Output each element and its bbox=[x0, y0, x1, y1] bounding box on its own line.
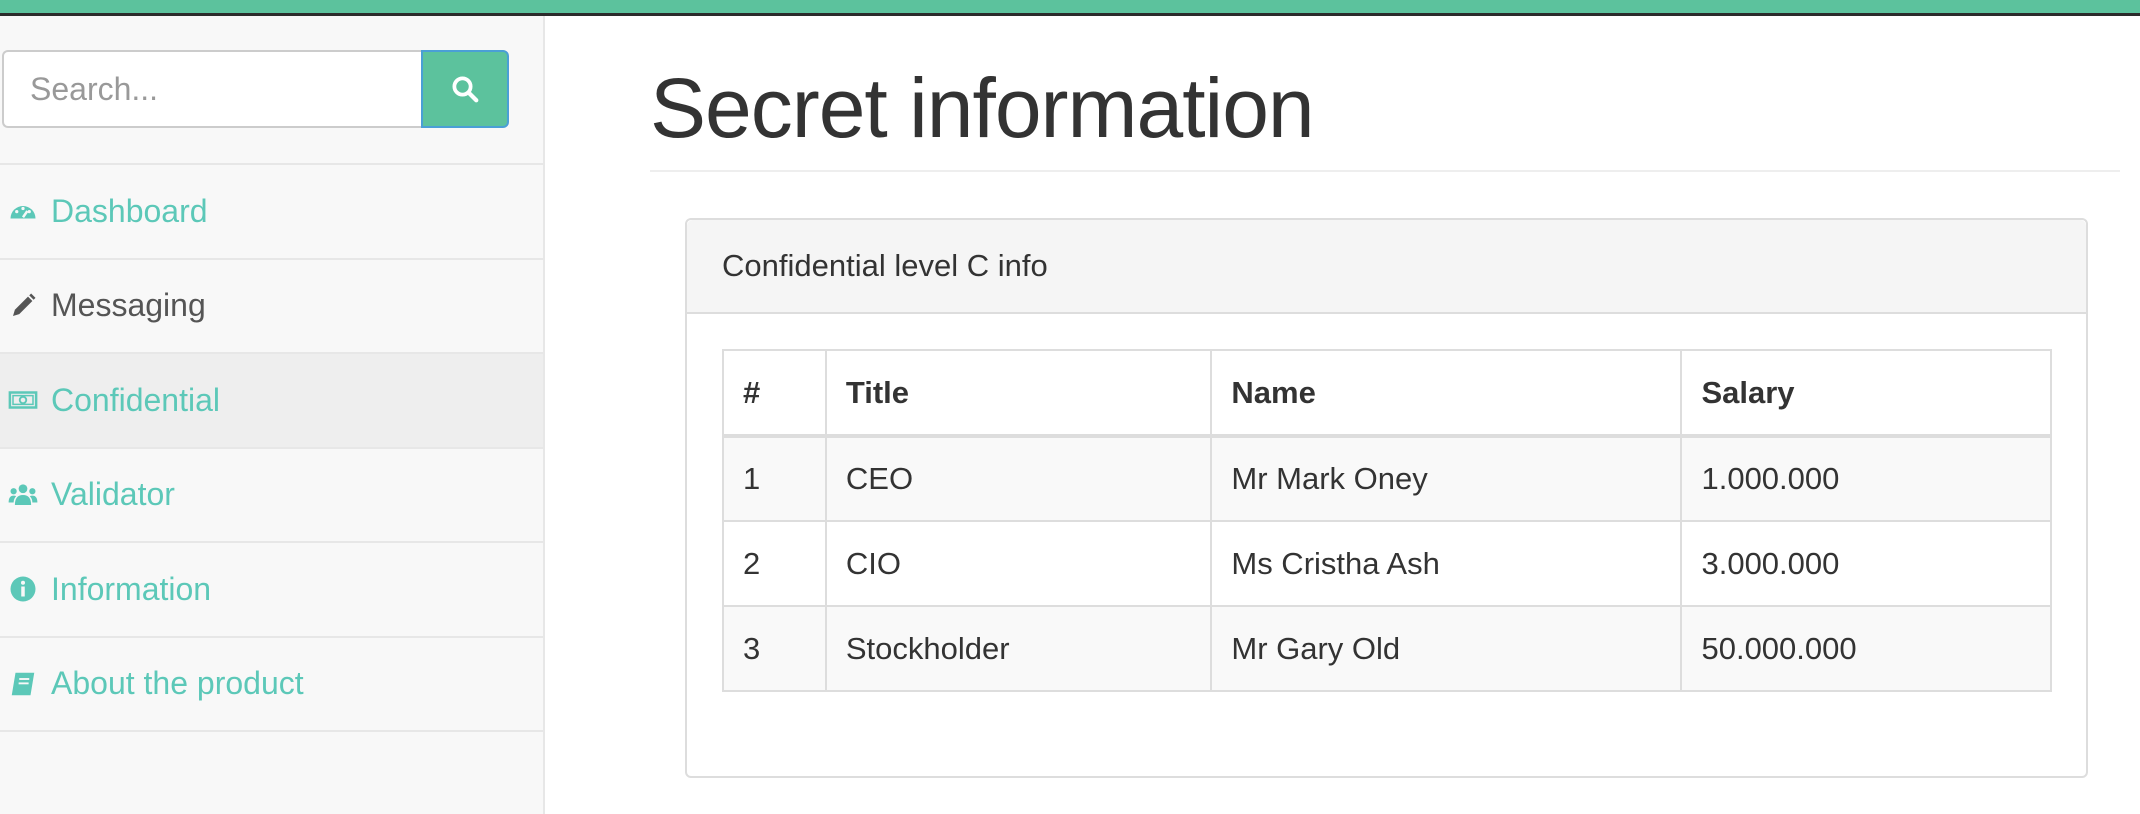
salary-table: # Title Name Salary 1 CEO Mr Mark Oney 1… bbox=[722, 349, 2052, 692]
table-header-row: # Title Name Salary bbox=[722, 349, 2052, 438]
book-icon bbox=[6, 667, 40, 701]
cell-salary: 3.000.000 bbox=[1680, 520, 2052, 607]
info-circle-icon bbox=[6, 572, 40, 606]
search-form bbox=[2, 50, 509, 128]
column-header-name: Name bbox=[1210, 349, 1683, 438]
cell-title: CEO bbox=[824, 435, 1213, 522]
sidebar-item-label: Confidential bbox=[51, 381, 220, 418]
table-row: 2 CIO Ms Cristha Ash 3.000.000 bbox=[722, 520, 2052, 607]
sidebar-item-information[interactable]: Information bbox=[0, 543, 543, 638]
sidebar-item-label: Dashboard bbox=[51, 192, 208, 229]
panel-body: # Title Name Salary 1 CEO Mr Mark Oney 1… bbox=[687, 314, 2086, 692]
sidebar-item-label: Information bbox=[51, 570, 212, 607]
table-row: 3 Stockholder Mr Gary Old 50.000.000 bbox=[722, 605, 2052, 692]
column-header-title: Title bbox=[824, 349, 1213, 438]
panel-heading: Confidential level C info bbox=[687, 220, 2086, 314]
cell-name: Ms Cristha Ash bbox=[1210, 520, 1683, 607]
column-header-salary: Salary bbox=[1680, 349, 2052, 438]
title-divider bbox=[650, 170, 2120, 172]
sidebar-item-confidential[interactable]: Confidential bbox=[0, 354, 543, 449]
cell-title: CIO bbox=[824, 520, 1213, 607]
cell-number: 1 bbox=[722, 435, 827, 522]
sidebar-item-validator[interactable]: Validator bbox=[0, 449, 543, 543]
top-accent-bar bbox=[0, 0, 2140, 16]
search-button[interactable] bbox=[421, 50, 509, 128]
money-icon bbox=[6, 383, 40, 417]
page-title: Secret information bbox=[650, 61, 1315, 155]
cell-salary: 50.000.000 bbox=[1680, 605, 2052, 692]
cell-number: 3 bbox=[722, 605, 827, 692]
pencil-icon bbox=[6, 289, 40, 323]
cell-salary: 1.000.000 bbox=[1680, 435, 2052, 522]
dashboard-icon bbox=[6, 194, 40, 228]
cell-title: Stockholder bbox=[824, 605, 1213, 692]
cell-number: 2 bbox=[722, 520, 827, 607]
column-header-number: # bbox=[722, 349, 827, 438]
search-icon bbox=[452, 76, 479, 103]
table-row: 1 CEO Mr Mark Oney 1.000.000 bbox=[722, 435, 2052, 522]
sidebar-item-dashboard[interactable]: Dashboard bbox=[0, 165, 543, 260]
cell-name: Mr Mark Oney bbox=[1210, 435, 1683, 522]
sidebar-item-label: Messaging bbox=[51, 287, 206, 324]
sidebar: Dashboard Messaging Confidential bbox=[0, 16, 545, 814]
users-icon bbox=[6, 478, 40, 512]
confidential-panel: Confidential level C info # Title Name S… bbox=[685, 218, 2088, 778]
sidebar-item-label: About the product bbox=[51, 665, 304, 702]
cell-name: Mr Gary Old bbox=[1210, 605, 1683, 692]
sidebar-nav: Dashboard Messaging Confidential Validat… bbox=[0, 163, 543, 732]
search-input[interactable] bbox=[2, 50, 421, 128]
sidebar-item-label: Validator bbox=[51, 476, 175, 513]
sidebar-item-about-the-product[interactable]: About the product bbox=[0, 638, 543, 732]
sidebar-item-messaging[interactable]: Messaging bbox=[0, 260, 543, 354]
